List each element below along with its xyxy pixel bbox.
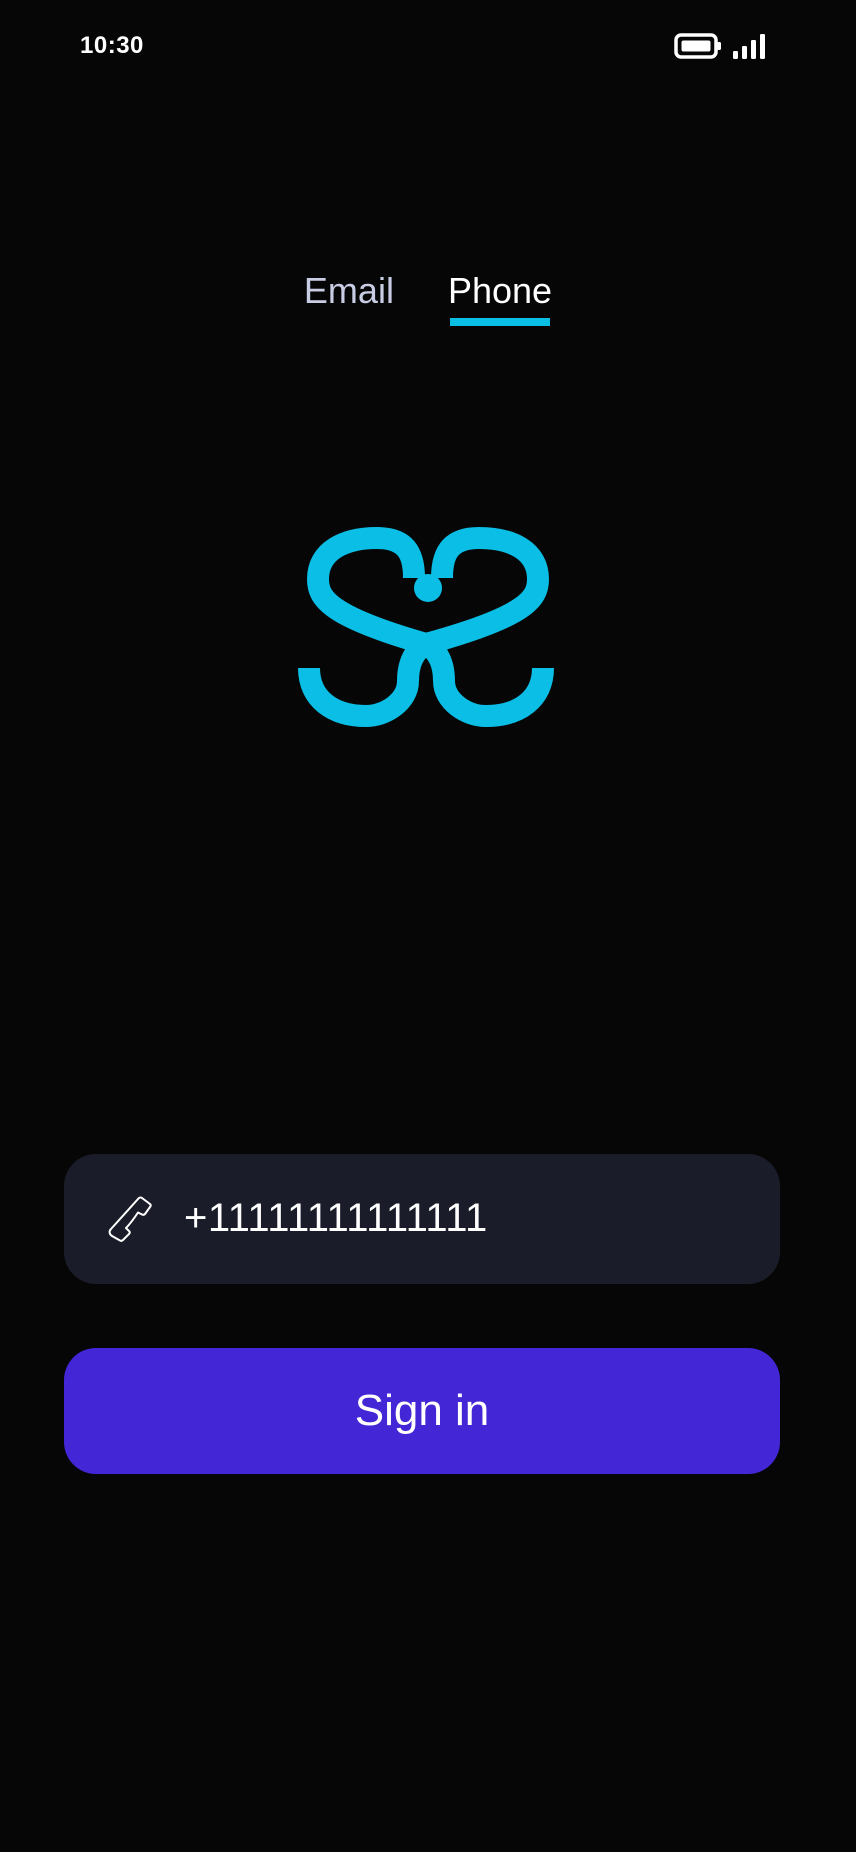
status-time: 10:30 <box>80 32 144 59</box>
tab-email[interactable]: Email <box>304 270 394 326</box>
phone-icon <box>108 1196 152 1242</box>
status-icons <box>674 32 768 60</box>
battery-full-icon <box>674 33 721 59</box>
app-logo <box>298 526 554 728</box>
tab-phone-label: Phone <box>447 270 553 311</box>
status-bar: 10:30 <box>0 0 856 96</box>
tab-phone[interactable]: Phone <box>448 270 552 326</box>
auth-method-tabs: Email Phone <box>0 270 856 326</box>
sign-in-button-label: Sign in <box>354 1386 490 1435</box>
sign-in-button[interactable]: Sign in <box>64 1348 780 1474</box>
tab-active-indicator <box>449 318 551 326</box>
signal-icon <box>733 34 765 59</box>
tab-email-label: Email <box>303 270 394 311</box>
phone-input-value[interactable]: +11111111111111 <box>184 1192 488 1244</box>
phone-field[interactable]: +11111111111111 <box>64 1154 780 1284</box>
